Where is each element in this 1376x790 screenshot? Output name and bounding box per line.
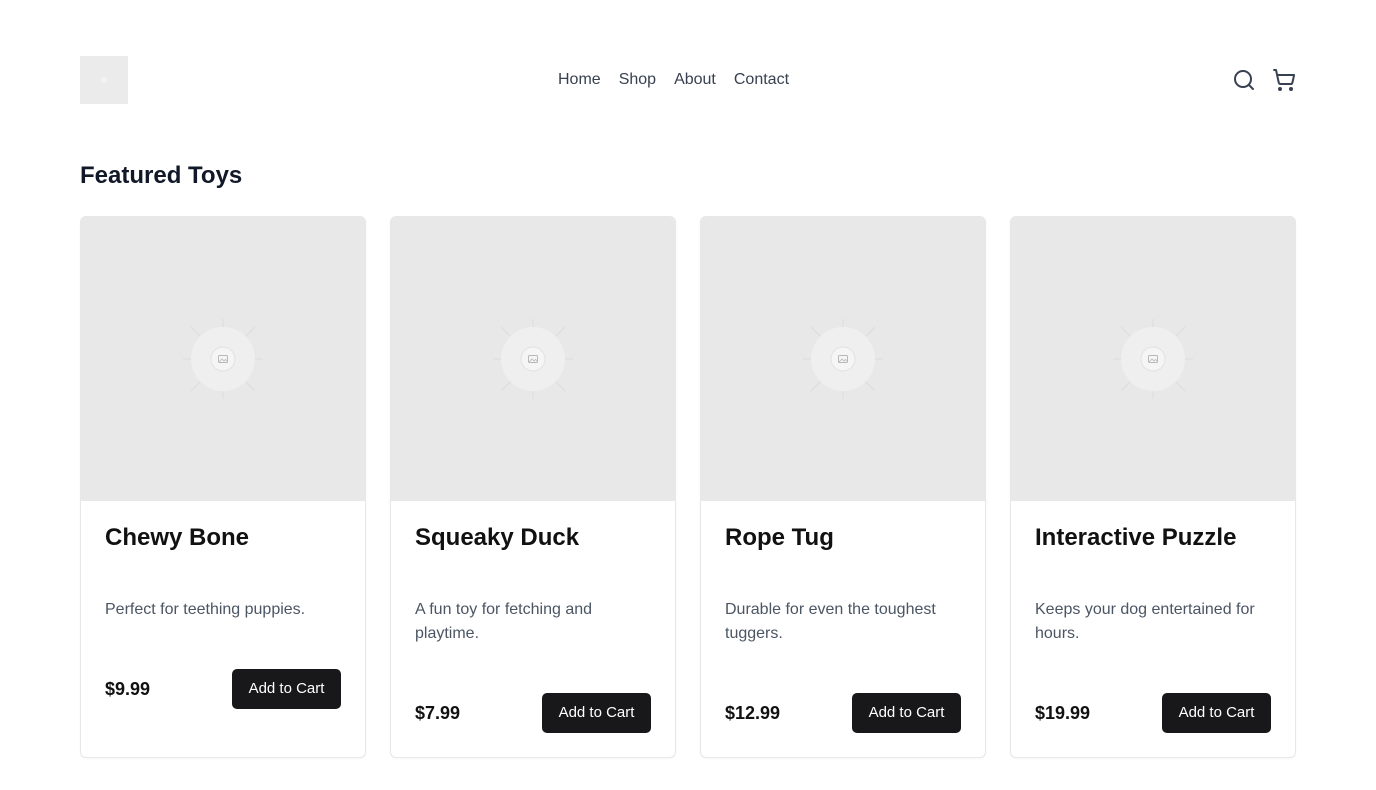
product-card: Rope Tug Durable for even the toughest t… <box>700 216 986 758</box>
image-placeholder-icon <box>493 319 573 399</box>
add-to-cart-button[interactable]: Add to Cart <box>232 669 341 709</box>
nav-link-shop[interactable]: Shop <box>615 66 660 94</box>
product-description: Durable for even the toughest tuggers. <box>725 601 936 642</box>
product-price: $12.99 <box>725 703 781 723</box>
product-name: Chewy Bone <box>105 524 250 551</box>
nav-link-contact[interactable]: Contact <box>730 66 793 94</box>
add-to-cart-button[interactable]: Add to Cart <box>1162 693 1271 733</box>
cart-icon[interactable] <box>1272 68 1296 92</box>
add-to-cart-button[interactable]: Add to Cart <box>542 693 651 733</box>
section-title: Featured Toys <box>80 162 243 189</box>
add-to-cart-button[interactable]: Add to Cart <box>852 693 961 733</box>
image-placeholder-icon <box>1113 319 1193 399</box>
search-icon[interactable] <box>1232 68 1256 92</box>
product-description: A fun toy for fetching and playtime. <box>415 601 593 642</box>
product-image-placeholder <box>701 217 985 501</box>
nav-link-home[interactable]: Home <box>554 66 605 94</box>
image-placeholder-icon <box>803 319 883 399</box>
product-grid: Chewy Bone Perfect for teething puppies.… <box>80 216 1296 758</box>
image-placeholder-icon <box>183 319 263 399</box>
product-name: Squeaky Duck <box>415 524 580 551</box>
product-name: Rope Tug <box>725 524 834 551</box>
nav-link-about[interactable]: About <box>670 66 720 94</box>
main-nav: Home Shop About Contact <box>554 56 793 104</box>
product-image-placeholder <box>1011 217 1295 501</box>
product-card: Interactive Puzzle Keeps your dog entert… <box>1010 216 1296 758</box>
logo-image-icon <box>101 77 107 83</box>
product-price: $19.99 <box>1035 703 1091 723</box>
logo-placeholder[interactable] <box>80 56 128 104</box>
product-description: Perfect for teething puppies. <box>105 601 306 618</box>
product-image-placeholder <box>81 217 365 501</box>
product-price: $7.99 <box>415 703 461 723</box>
product-price: $9.99 <box>105 679 151 699</box>
product-description: Keeps your dog entertained for hours. <box>1035 601 1255 642</box>
page: Home Shop About Contact Featured Toys Ch… <box>0 0 1376 790</box>
product-image-placeholder <box>391 217 675 501</box>
product-card: Squeaky Duck A fun toy for fetching and … <box>390 216 676 758</box>
product-card: Chewy Bone Perfect for teething puppies.… <box>80 216 366 758</box>
product-name: Interactive Puzzle <box>1035 524 1237 551</box>
header-actions <box>1232 68 1296 92</box>
site-header: Home Shop About Contact <box>80 56 1296 104</box>
